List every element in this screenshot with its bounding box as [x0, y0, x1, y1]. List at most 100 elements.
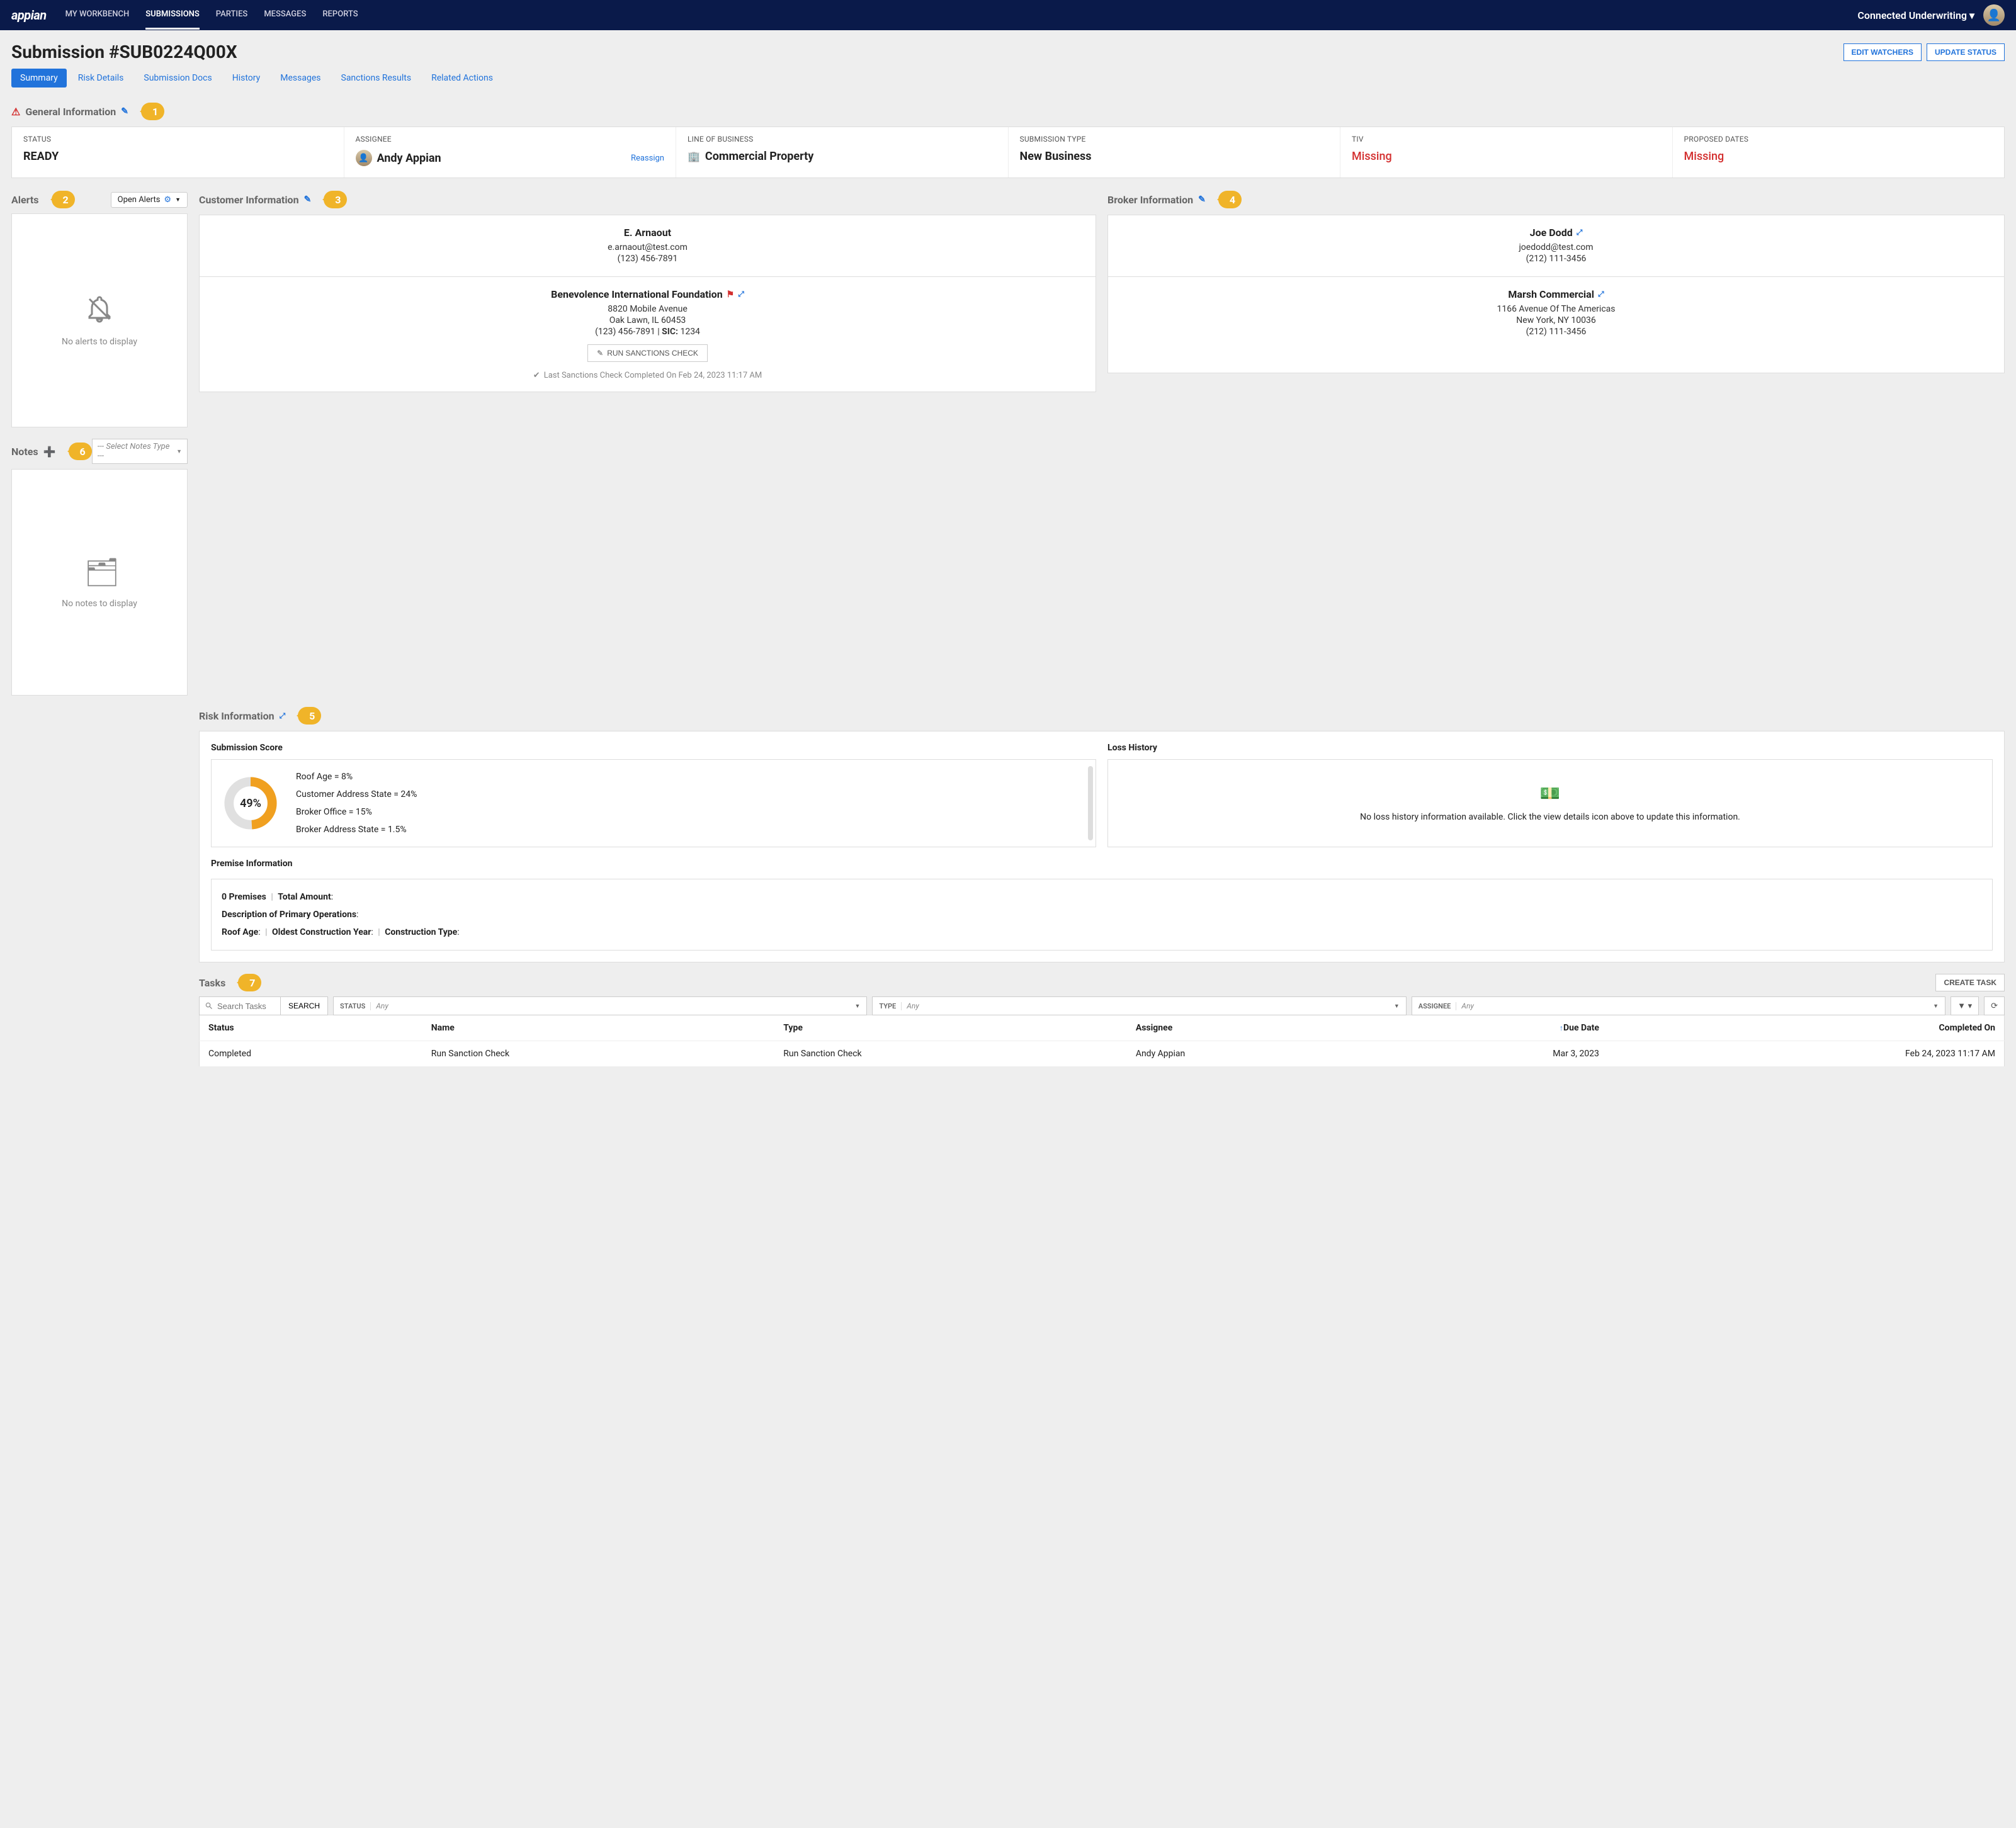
customer-addr2: Oak Lawn, IL 60453: [207, 315, 1088, 325]
page-title: Submission #SUB0224Q00X: [11, 42, 1843, 62]
table-row[interactable]: Completed Run Sanction Check Run Sanctio…: [200, 1041, 2005, 1067]
risk-title: Risk Information ⤢ 5: [199, 707, 2005, 725]
create-task-button[interactable]: CREATE TASK: [1935, 974, 2005, 991]
edit-icon[interactable]: ✎: [1198, 195, 1206, 205]
nav-reports[interactable]: REPORTS: [322, 1, 358, 30]
search-tasks-input[interactable]: [199, 996, 281, 1015]
subtype-value: New Business: [1020, 150, 1329, 163]
broker-title: Broker Information ✎ 4: [1107, 191, 2005, 208]
score-line: Roof Age = 8%: [296, 772, 417, 782]
assignee-filter[interactable]: ASSIGNEE Any: [1412, 996, 1945, 1015]
broker-addr2: New York, NY 10036: [1116, 315, 1996, 325]
avatar[interactable]: 👤: [1983, 4, 2005, 26]
general-panel: STATUS READY ASSIGNEE 👤 Andy Appian Reas…: [11, 127, 2005, 178]
cash-icon: 💵: [1540, 784, 1560, 803]
broker-phone2: (212) 111-3456: [1116, 327, 1996, 337]
callout-4: 4: [1218, 191, 1242, 208]
type-filter[interactable]: TYPE Any: [872, 996, 1406, 1015]
notes-type-select[interactable]: --- Select Notes Type --- ▼: [92, 439, 188, 464]
col-assignee[interactable]: Assignee: [1127, 1015, 1373, 1041]
tasks-table: Status Name Type Assignee ↑Due Date Comp…: [199, 1015, 2005, 1067]
broker-phone: (212) 111-3456: [1116, 254, 1996, 264]
edit-watchers-button[interactable]: EDIT WATCHERS: [1843, 43, 1922, 61]
tab-submission-docs[interactable]: Submission Docs: [135, 69, 220, 87]
col-status[interactable]: Status: [200, 1015, 422, 1041]
popout-icon[interactable]: ⤢: [280, 711, 286, 721]
nav-my-workbench[interactable]: MY WORKBENCH: [65, 1, 130, 30]
loss-history-box: 💵 No loss history information available.…: [1107, 759, 1993, 847]
broker-panel: Joe Dodd ⤢ joedodd@test.com (212) 111-34…: [1107, 215, 2005, 373]
tab-messages[interactable]: Messages: [271, 69, 329, 87]
callout-2: 2: [52, 191, 75, 208]
dates-value: Missing: [1684, 150, 1993, 163]
logo: appian: [11, 8, 47, 23]
nav-links: MY WORKBENCH SUBMISSIONS PARTIES MESSAGE…: [65, 1, 1858, 30]
tasks-title: Tasks 7: [199, 974, 261, 991]
tab-summary[interactable]: Summary: [11, 69, 67, 87]
reassign-link[interactable]: Reassign: [631, 154, 664, 163]
loss-history-title: Loss History: [1107, 743, 1993, 753]
nav-submissions[interactable]: SUBMISSIONS: [145, 1, 200, 30]
general-info-title: ⚠ General Information ✎ 1: [11, 103, 2005, 120]
score-donut-chart: 49%: [223, 776, 278, 831]
score-line: Broker Office = 15%: [296, 807, 417, 817]
run-sanctions-button[interactable]: ✎ RUN SANCTIONS CHECK: [587, 344, 708, 362]
notes-empty-icon: 🗂: [84, 556, 115, 586]
broker-email: joedodd@test.com: [1116, 242, 1996, 252]
check-circle-icon: ✔: [533, 371, 540, 380]
assignee-value: 👤 Andy Appian Reassign: [356, 150, 665, 166]
edit-icon[interactable]: ✎: [304, 195, 312, 205]
nav-parties[interactable]: PARTIES: [216, 1, 248, 30]
gear-icon: ⚙: [164, 195, 171, 205]
workspace-dropdown[interactable]: Connected Underwriting ▾: [1857, 9, 1974, 21]
edit-icon: ✎: [597, 349, 603, 358]
filter-icon-button[interactable]: ▼ ▾: [1951, 996, 1979, 1015]
alerts-filter-dropdown[interactable]: Open Alerts ⚙ ▼: [111, 192, 188, 208]
callout-6: 6: [69, 443, 92, 460]
tab-history[interactable]: History: [224, 69, 269, 87]
customer-title: Customer Information ✎ 3: [199, 191, 1096, 208]
col-completed[interactable]: Completed On: [1608, 1015, 2005, 1041]
callout-3: 3: [324, 191, 347, 208]
page: Submission #SUB0224Q00X EDIT WATCHERS UP…: [0, 30, 2016, 1078]
popout-icon[interactable]: ⤢: [1577, 228, 1583, 237]
status-filter[interactable]: STATUS Any: [333, 996, 867, 1015]
update-status-button[interactable]: UPDATE STATUS: [1927, 43, 2005, 61]
edit-icon[interactable]: ✎: [121, 106, 128, 116]
warning-icon: ⚠: [11, 106, 20, 118]
add-note-icon[interactable]: ➕: [43, 446, 56, 458]
col-type[interactable]: Type: [774, 1015, 1127, 1041]
col-due-date[interactable]: ↑Due Date: [1373, 1015, 1608, 1041]
customer-addr1: 8820 Mobile Avenue: [207, 304, 1088, 314]
notes-panel: 🗂 No notes to display: [11, 469, 188, 696]
tabs: Summary Risk Details Submission Docs His…: [11, 69, 2005, 87]
callout-5: 5: [298, 707, 321, 725]
assignee-avatar-icon: 👤: [356, 150, 372, 166]
nav-right: Connected Underwriting ▾ 👤: [1857, 4, 2005, 26]
nav-messages[interactable]: MESSAGES: [264, 1, 306, 30]
customer-email: e.arnaout@test.com: [207, 242, 1088, 252]
tiv-value: Missing: [1352, 150, 1661, 163]
refresh-icon-button[interactable]: ⟳: [1984, 996, 2005, 1015]
alerts-panel: No alerts to display: [11, 213, 188, 427]
col-name[interactable]: Name: [422, 1015, 775, 1041]
dates-cell: PROPOSED DATES Missing: [1673, 127, 2005, 178]
top-nav: appian MY WORKBENCH SUBMISSIONS PARTIES …: [0, 0, 2016, 30]
search-button[interactable]: SEARCH: [281, 996, 328, 1015]
lob-cell: LINE OF BUSINESS 🏢 Commercial Property: [676, 127, 1009, 178]
alerts-title: Alerts 2: [11, 191, 75, 208]
bell-off-icon: [84, 294, 115, 324]
customer-org: Benevolence International Foundation ⚑ ⤢: [551, 288, 744, 300]
popout-icon[interactable]: ⤢: [1598, 290, 1604, 299]
broker-addr1: 1166 Avenue Of The Americas: [1116, 304, 1996, 314]
customer-phone-sic: (123) 456-7891 | SIC: 1234: [207, 327, 1088, 337]
alerts-empty-text: No alerts to display: [62, 337, 137, 347]
flag-icon: ⚑: [727, 290, 735, 300]
premise-box: 0 Premises | Total Amount: Description o…: [211, 879, 1993, 951]
popout-icon[interactable]: ⤢: [738, 290, 744, 299]
tab-sanctions-results[interactable]: Sanctions Results: [332, 69, 421, 87]
tab-risk-details[interactable]: Risk Details: [69, 69, 133, 87]
score-percent: 49%: [223, 776, 278, 831]
tab-related-actions[interactable]: Related Actions: [422, 69, 502, 87]
notes-empty-text: No notes to display: [62, 599, 137, 609]
